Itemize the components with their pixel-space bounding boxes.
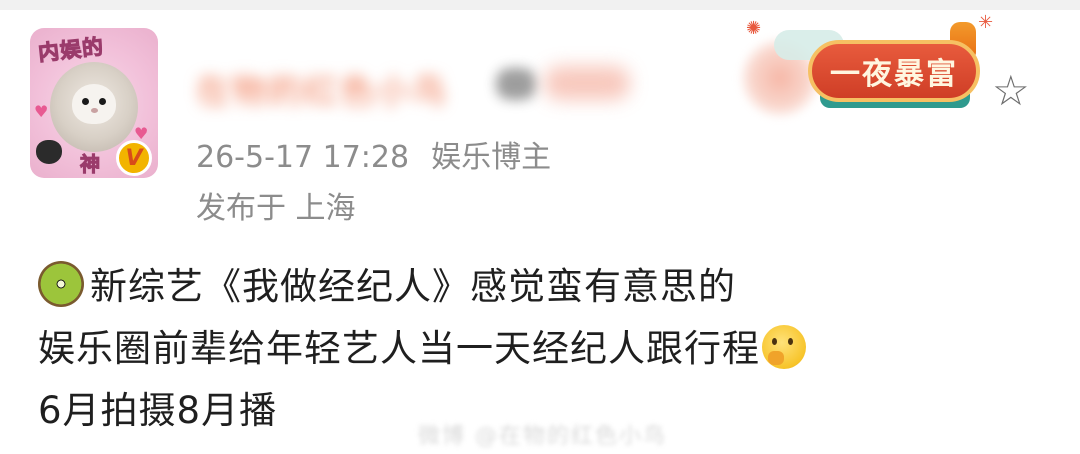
cat-icon xyxy=(36,140,62,164)
card-decoration-badge[interactable]: 一夜暴富 xyxy=(808,40,980,102)
post-text: 娱乐圈前辈给年轻艺人当一天经纪人跟行程 xyxy=(38,327,760,370)
post-location: 发布于 上海 xyxy=(196,191,356,226)
firework-icon: ✳ xyxy=(978,12,994,33)
watermark: 微博 @在物的红色小鸟 xyxy=(418,424,667,449)
star-outline-icon[interactable]: ☆ xyxy=(992,70,1030,112)
ferret-eye-right xyxy=(99,98,106,105)
post-text-line-3: 6月拍摄8月播 xyxy=(38,389,278,432)
member-badge-icon xyxy=(496,68,536,100)
heart-icon: ♥ xyxy=(34,102,49,121)
post-text-line-2: 娱乐圈前辈给年轻艺人当一天经纪人跟行程 xyxy=(38,318,806,372)
avatar-photo xyxy=(50,62,138,152)
post-timestamp[interactable]: 26-5-17 17:28 xyxy=(196,140,409,175)
fan-badge-icon xyxy=(544,66,630,100)
verified-badge-icon: V xyxy=(116,140,152,176)
post-text: 新综艺《我做经纪人》感觉蛮有意思的 xyxy=(90,265,736,308)
kiwi-icon xyxy=(38,261,84,307)
author-tag: 娱乐博主 xyxy=(431,140,552,175)
avatar-frame-text-bottom: 神 xyxy=(80,152,101,177)
top-divider xyxy=(0,0,1080,10)
ferret-eye-left xyxy=(82,98,89,105)
username[interactable]: 在物的红色小鸟 xyxy=(196,64,448,113)
weibo-post-card: ♥ ♥ 内娱的 神 V 在物的红色小鸟 26-5-17 17:28 娱乐博主 发布… xyxy=(0,0,1080,454)
post-text-line-1: 新综艺《我做经纪人》感觉蛮有意思的 xyxy=(38,256,736,310)
post-meta: 26-5-17 17:28 娱乐博主 xyxy=(196,132,551,176)
ferret-nose xyxy=(91,108,98,113)
ferret-face xyxy=(72,84,116,124)
thinking-face-icon xyxy=(762,325,806,369)
firework-icon: ✺ xyxy=(746,18,762,39)
